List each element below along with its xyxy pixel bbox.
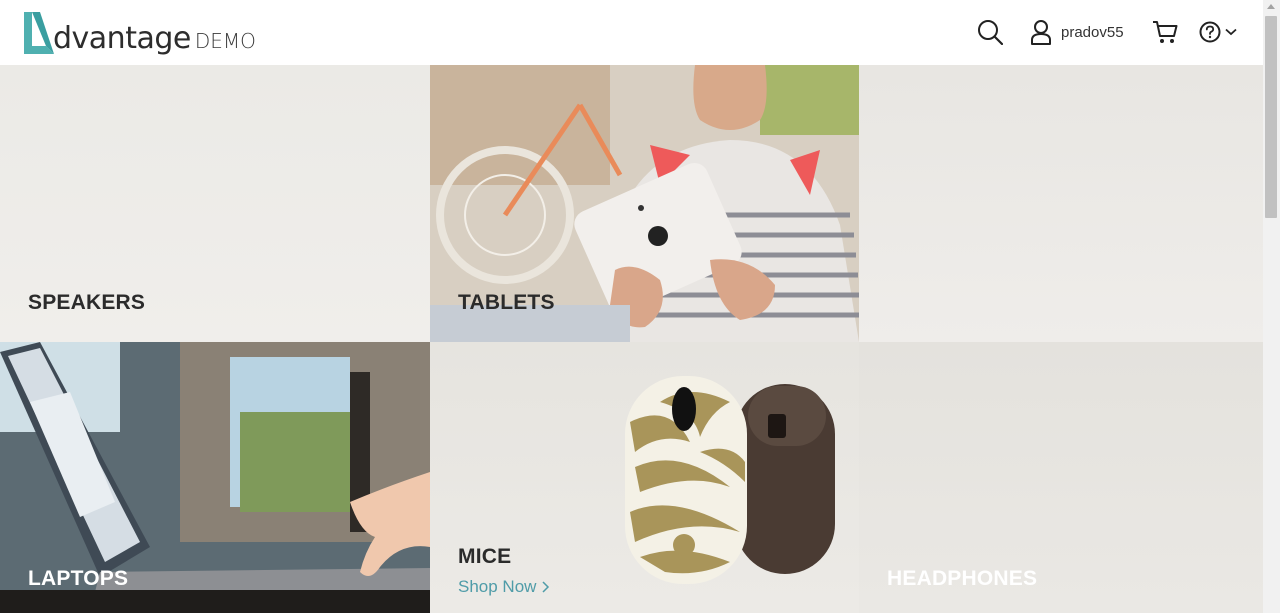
chevron-down-icon [1225, 28, 1237, 36]
mice-photo [625, 376, 835, 584]
category-mice[interactable]: MICE Shop Now [430, 342, 859, 613]
shop-now-link[interactable]: Shop Now [458, 577, 551, 597]
user-menu-button[interactable]: pradov55 [1030, 19, 1124, 45]
chevron-right-icon [542, 581, 550, 593]
help-icon [1199, 21, 1221, 43]
category-label-speakers: SPEAKERS [28, 291, 146, 314]
page-scrollbar[interactable] [1263, 0, 1280, 613]
top-navigation-bar: dvantage DEMO pradov55 [0, 0, 1263, 65]
scrollbar-thumb[interactable] [1265, 16, 1277, 218]
cart-icon [1153, 21, 1178, 43]
search-icon [978, 20, 1003, 45]
logo-a-icon [24, 12, 54, 54]
scroll-up-arrow-icon[interactable] [1267, 4, 1275, 9]
category-laptops[interactable]: LAPTOPS [0, 342, 430, 613]
advantage-demo-logo[interactable]: dvantage DEMO [22, 10, 256, 56]
cart-button[interactable] [1152, 19, 1178, 45]
category-headphones[interactable]: HEADPHONES [859, 342, 1263, 613]
help-menu-button[interactable] [1199, 19, 1237, 45]
user-icon [1031, 20, 1051, 45]
category-label-headphones: HEADPHONES [887, 567, 1038, 590]
category-label-tablets: TABLETS [458, 291, 555, 314]
logo-word: dvantage [53, 21, 191, 56]
category-label-laptops: LAPTOPS [28, 567, 129, 590]
shop-now-label: Shop Now [458, 577, 537, 596]
category-speakers[interactable]: SPEAKERS [0, 65, 430, 342]
logo-demo-text: DEMO [194, 29, 256, 53]
category-promo-empty [859, 65, 1263, 342]
category-label-mice: MICE [458, 545, 512, 568]
username-label: pradov55 [1061, 23, 1124, 41]
search-button[interactable] [977, 19, 1003, 45]
category-tablets[interactable]: TABLETS [430, 65, 859, 342]
